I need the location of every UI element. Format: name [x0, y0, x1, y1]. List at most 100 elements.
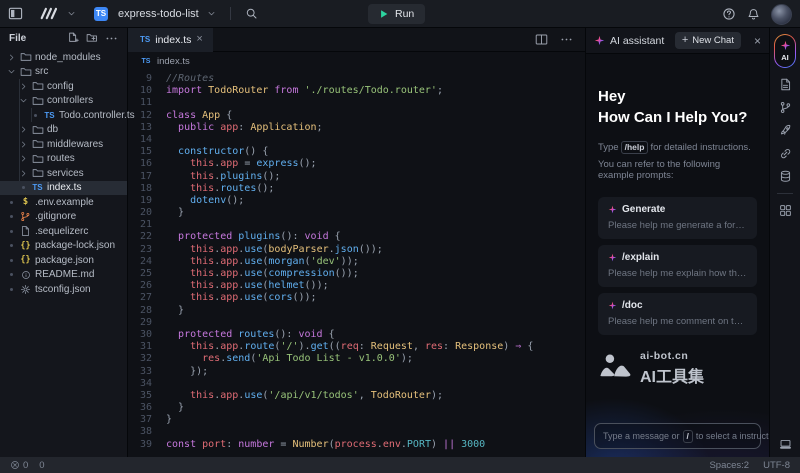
code-line-14[interactable]: 14	[128, 134, 585, 146]
dollar-icon: $	[19, 197, 32, 207]
chevron-right-icon[interactable]	[18, 140, 28, 149]
chevron-down-icon[interactable]	[18, 96, 28, 105]
code-line-33[interactable]: 33 });	[128, 366, 585, 378]
code-line-38[interactable]: 38	[128, 426, 585, 438]
rail-item-ai[interactable]: AI	[774, 34, 796, 68]
tree-item-package-lock.json[interactable]: {}package-lock.json	[0, 239, 127, 254]
chevron-right-icon[interactable]	[6, 53, 16, 62]
status-bar: 0 0 Spaces:2 UTF-8	[0, 457, 800, 473]
code-line-10[interactable]: 10import TodoRouter from './routes/Todo.…	[128, 85, 585, 97]
more-actions-icon[interactable]	[105, 32, 118, 45]
breadcrumb[interactable]: TS index.ts	[128, 52, 585, 70]
chevron-right-icon[interactable]	[18, 82, 28, 91]
app-logo-icon[interactable]	[39, 6, 61, 21]
tree-item-.sequelizerc[interactable]: .sequelizerc	[0, 224, 127, 239]
code-line-9[interactable]: 9//Routes	[128, 73, 585, 85]
code-line-27[interactable]: 27 this.app.use(cors());	[128, 292, 585, 304]
chevron-down-icon[interactable]	[67, 9, 76, 18]
code-line-15[interactable]: 15 constructor() {	[128, 146, 585, 158]
avatar[interactable]	[771, 4, 792, 25]
chat-input[interactable]: Type a message or / to select a instruct…	[594, 423, 761, 449]
chevron-down-icon[interactable]	[6, 67, 16, 76]
indentation-setting[interactable]: Spaces:2	[709, 460, 749, 471]
close-panel-icon[interactable]: ×	[754, 35, 761, 47]
tree-item-services[interactable]: services	[0, 166, 127, 181]
code-line-24[interactable]: 24 this.app.use(morgan('dev'));	[128, 256, 585, 268]
sidebar-toggle-icon[interactable]	[8, 6, 23, 21]
code-line-34[interactable]: 34	[128, 378, 585, 390]
tree-item-routes[interactable]: routes	[0, 152, 127, 167]
code-line-17[interactable]: 17 this.plugins();	[128, 171, 585, 183]
chevron-down-icon[interactable]	[207, 9, 216, 18]
chevron-right-icon[interactable]	[18, 125, 28, 134]
errors-indicator[interactable]: 0	[10, 460, 28, 471]
prompt-card-Generate[interactable]: GeneratePlease help me generate a form c…	[598, 197, 757, 239]
code-line-13[interactable]: 13 public app: Application;	[128, 122, 585, 134]
rail-item-database-icon[interactable]	[779, 170, 792, 183]
code-line-12[interactable]: 12class App {	[128, 110, 585, 122]
search-icon[interactable]	[245, 7, 258, 20]
tab-index-ts[interactable]: TS index.ts ×	[128, 28, 213, 52]
tree-item-Todo.controller.ts[interactable]: TSTodo.controller.ts	[0, 108, 127, 123]
code-line-11[interactable]: 11	[128, 97, 585, 109]
code-area[interactable]: 9//Routes10import TodoRouter from './rou…	[128, 70, 585, 451]
prompt-card-explain[interactable]: /explainPlease help me explain how this …	[598, 245, 757, 287]
rail-item-rocket-icon[interactable]	[779, 124, 792, 137]
rail-item-link-icon[interactable]	[779, 147, 792, 160]
tree-item-README.md[interactable]: README.md	[0, 268, 127, 283]
line-number: 16	[128, 158, 166, 170]
prompt-card-doc[interactable]: /docPlease help me comment on this code.	[598, 293, 757, 335]
code-line-39[interactable]: 39const port: number = Number(process.en…	[128, 439, 585, 451]
code-line-16[interactable]: 16 this.app = express();	[128, 158, 585, 170]
tree-item-.env.example[interactable]: $.env.example	[0, 195, 127, 210]
encoding-setting[interactable]: UTF-8	[763, 460, 790, 471]
tree-item-config[interactable]: config	[0, 79, 127, 94]
tree-item-.gitignore[interactable]: .gitignore	[0, 210, 127, 225]
code-line-19[interactable]: 19 dotenv();	[128, 195, 585, 207]
code-line-20[interactable]: 20 }	[128, 207, 585, 219]
new-file-icon[interactable]	[67, 32, 79, 45]
tree-item-tsconfig.json[interactable]: tsconfig.json	[0, 282, 127, 297]
code-line-36[interactable]: 36 }	[128, 402, 585, 414]
code-line-18[interactable]: 18 this.routes();	[128, 183, 585, 195]
tab-close-icon[interactable]: ×	[196, 34, 202, 45]
code-line-35[interactable]: 35 this.app.use('/api/v1/todos', TodoRou…	[128, 390, 585, 402]
code-line-21[interactable]: 21	[128, 219, 585, 231]
tree-item-index.ts[interactable]: TSindex.ts	[0, 181, 127, 196]
code-text: this.app.use('/api/v1/todos', TodoRouter…	[166, 390, 443, 402]
code-line-30[interactable]: 30 protected routes(): void {	[128, 329, 585, 341]
split-editor-icon[interactable]	[535, 33, 548, 46]
chevron-right-icon[interactable]	[18, 154, 28, 163]
help-icon[interactable]	[722, 7, 736, 21]
tree-item-label: middlewares	[47, 139, 103, 150]
rail-item-git-branch-icon[interactable]	[779, 101, 792, 114]
project-ts-badge: TS	[94, 7, 108, 21]
chevron-right-icon[interactable]	[18, 169, 28, 178]
rail-item-grid-icon[interactable]	[779, 204, 792, 217]
code-line-37[interactable]: 37}	[128, 414, 585, 426]
code-line-28[interactable]: 28 }	[128, 305, 585, 317]
code-line-32[interactable]: 32 res.send('Api Todo List - v1.0.0');	[128, 353, 585, 365]
project-name[interactable]: express-todo-list	[118, 8, 199, 20]
code-line-31[interactable]: 31 this.app.route('/').get((req: Request…	[128, 341, 585, 353]
rail-item-laptop-icon[interactable]	[779, 438, 792, 451]
tree-item-middlewares[interactable]: middlewares	[0, 137, 127, 152]
notifications-bell-icon[interactable]	[747, 8, 760, 21]
code-line-26[interactable]: 26 this.app.use(helmet());	[128, 280, 585, 292]
code-line-29[interactable]: 29	[128, 317, 585, 329]
code-line-25[interactable]: 25 this.app.use(compression());	[128, 268, 585, 280]
rail-item-docs-icon[interactable]	[779, 78, 792, 91]
new-chat-button[interactable]: + New Chat	[675, 32, 741, 49]
tree-item-node_modules[interactable]: node_modules	[0, 50, 127, 65]
tree-item-src[interactable]: src	[0, 65, 127, 80]
code-line-23[interactable]: 23 this.app.use(bodyParser.json());	[128, 244, 585, 256]
tree-item-db[interactable]: db	[0, 123, 127, 138]
tree-item-controllers[interactable]: controllers	[0, 94, 127, 109]
editor-more-icon[interactable]	[560, 33, 573, 46]
tree-item-package.json[interactable]: {}package.json	[0, 253, 127, 268]
code-line-22[interactable]: 22 protected plugins(): void {	[128, 231, 585, 243]
new-folder-icon[interactable]	[86, 32, 98, 45]
run-button[interactable]: Run	[368, 4, 425, 24]
warnings-indicator[interactable]: 0	[36, 460, 44, 471]
code-text: this.plugins();	[166, 171, 280, 183]
